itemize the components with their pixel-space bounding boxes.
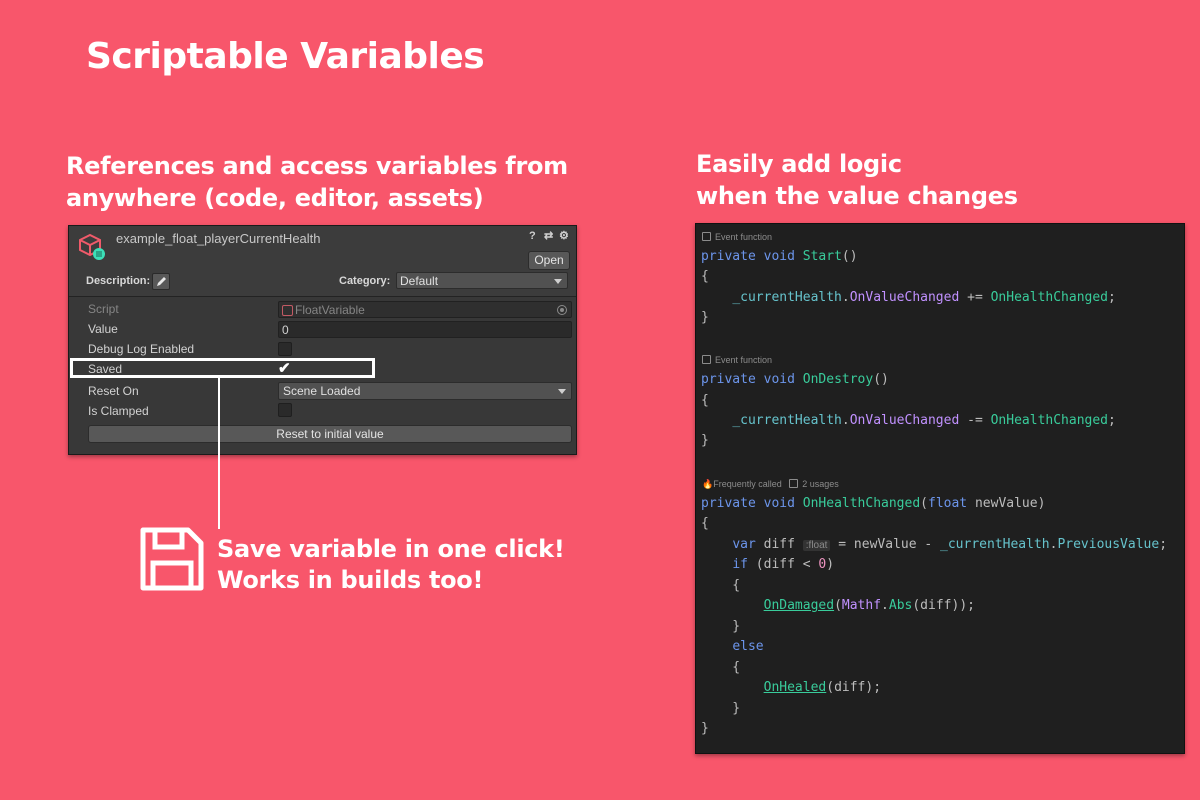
open-button[interactable]: Open (528, 251, 570, 270)
code-line: _currentHealth.OnValueChanged -= OnHealt… (732, 413, 1116, 428)
code-hint-event-function: Event function (702, 232, 772, 242)
code-line: private void Start() (701, 249, 858, 264)
code-line: } (701, 721, 709, 736)
left-subtitle-line-2: anywhere (code, editor, assets) (66, 184, 484, 212)
hint-text: Event function (715, 355, 773, 365)
usages-icon (789, 479, 799, 488)
category-dropdown[interactable]: Default (396, 272, 568, 289)
code-line: if (diff < 0) (732, 557, 835, 572)
script-asset-icon (282, 305, 293, 316)
edit-description-button[interactable] (152, 273, 170, 290)
code-line: } (701, 310, 709, 325)
code-line: private void OnDestroy() (701, 372, 889, 387)
code-line: { (701, 269, 709, 284)
inspector-header: example_float_playerCurrentHealth ? ⇄ ⚙ … (69, 226, 576, 297)
reset-on-dropdown[interactable]: Scene Loaded (278, 382, 572, 400)
floppy-disk-icon (140, 527, 204, 591)
value-input[interactable]: 0 (278, 321, 572, 338)
right-subtitle-line-1: Easily add logic (696, 150, 902, 178)
description-label: Description: (86, 275, 151, 287)
code-line: { (701, 516, 709, 531)
presets-icon[interactable]: ⇄ (544, 231, 555, 242)
page-title: Scriptable Variables (86, 36, 485, 77)
unity-event-icon (702, 355, 711, 364)
code-line: private void OnHealthChanged(float newVa… (701, 496, 1046, 511)
is-clamped-checkbox[interactable] (278, 403, 292, 417)
unity-event-icon (702, 232, 711, 241)
code-line: else (732, 639, 764, 654)
inspector-panel: example_float_playerCurrentHealth ? ⇄ ⚙ … (68, 225, 577, 455)
code-line: OnDamaged(Mathf.Abs(diff)); (763, 598, 975, 613)
saved-highlight-box (70, 358, 375, 378)
pencil-icon (156, 277, 166, 286)
scriptable-object-icon (79, 233, 105, 260)
code-hint-usages: 🔥Frequently called 2 usages (702, 479, 839, 489)
reset-on-label: Reset On (88, 384, 139, 398)
code-editor-panel: Event function private void Start() { _c… (695, 223, 1185, 754)
category-value: Default (400, 274, 439, 288)
callout-line-2: Works in builds too! (217, 566, 484, 594)
header-icons: ? ⇄ ⚙ (529, 231, 570, 242)
object-picker-icon[interactable] (557, 305, 567, 315)
help-icon[interactable]: ? (529, 231, 540, 242)
settings-icon[interactable]: ⚙ (559, 231, 570, 242)
asset-name: example_float_playerCurrentHealth (116, 231, 321, 246)
code-line: { (701, 393, 709, 408)
type-hint-badge: :float (802, 540, 831, 551)
chevron-down-icon (554, 279, 562, 284)
code-line: OnHealed(diff); (763, 680, 882, 695)
save-callout: Save variable in one click! Works in bui… (217, 534, 565, 596)
left-subtitle: References and access variables from any… (66, 150, 568, 214)
value-label: Value (88, 322, 118, 336)
code-line: } (701, 701, 741, 716)
code-line: } (701, 619, 741, 634)
hint-text: Event function (715, 232, 773, 242)
code-line: { (701, 660, 741, 675)
code-line: } (701, 433, 709, 448)
code-hint-event-function: Event function (702, 355, 772, 365)
left-subtitle-line-1: References and access variables from (66, 152, 568, 180)
hint-frequently-called: Frequently called (713, 479, 782, 489)
reset-on-value: Scene Loaded (283, 384, 361, 398)
chevron-down-icon (558, 389, 566, 394)
code-line: _currentHealth.OnValueChanged += OnHealt… (732, 290, 1116, 305)
callout-connector-line (218, 378, 220, 529)
code-line: { (701, 578, 741, 593)
category-label: Category: (339, 275, 391, 287)
right-subtitle-line-2: when the value changes (696, 182, 1018, 210)
is-clamped-label: Is Clamped (88, 404, 149, 418)
hint-usages[interactable]: 2 usages (802, 479, 839, 489)
code-line: var diff :float = newValue - _currentHea… (732, 537, 1168, 552)
reset-to-initial-button[interactable]: Reset to initial value (88, 425, 572, 443)
script-value: FloatVariable (295, 303, 365, 317)
debug-log-checkbox[interactable] (278, 342, 292, 356)
callout-line-1: Save variable in one click! (217, 535, 565, 563)
script-field[interactable]: FloatVariable (278, 301, 572, 318)
script-label: Script (88, 302, 119, 316)
debug-log-label: Debug Log Enabled (88, 342, 195, 356)
right-subtitle: Easily add logic when the value changes (696, 148, 1018, 212)
